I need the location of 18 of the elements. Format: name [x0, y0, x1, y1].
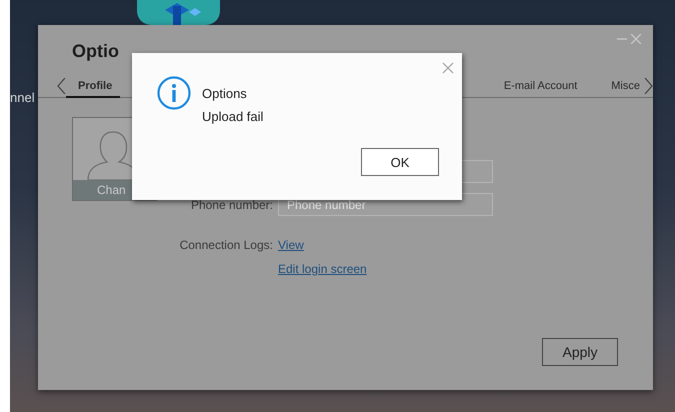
close-icon[interactable]	[442, 62, 454, 74]
field-label: Phone number:	[190, 198, 273, 212]
dialog-message: Upload fail	[202, 109, 264, 124]
info-icon	[157, 76, 191, 110]
dialog-title: Options	[202, 86, 248, 101]
view-link[interactable]: View	[278, 238, 304, 252]
edit-login-link[interactable]: Edit login screen	[278, 262, 367, 276]
ok-button[interactable]: OK	[361, 148, 439, 176]
chevron-right-icon[interactable]	[644, 78, 653, 94]
tab[interactable]: Profile	[66, 80, 120, 98]
tab[interactable]: E-mail Account	[500, 80, 582, 98]
tab[interactable]: Misce	[607, 80, 644, 98]
field-label: Connection Logs:	[178, 238, 273, 252]
app-icon[interactable]	[137, 0, 220, 25]
chevron-left-icon[interactable]	[57, 78, 66, 94]
window-title: Optio	[72, 41, 119, 62]
apply-button[interactable]: Apply	[542, 338, 618, 366]
desktop-icon-label: nnel	[10, 90, 35, 105]
